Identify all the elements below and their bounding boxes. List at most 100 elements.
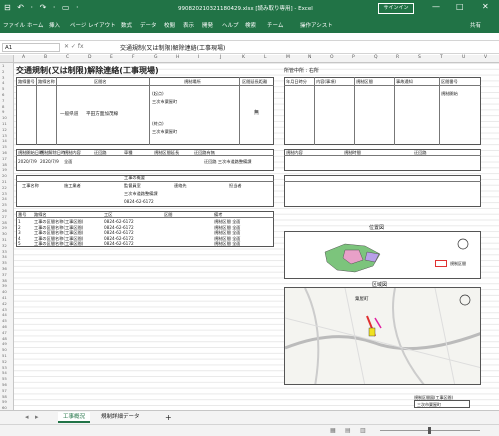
row-header[interactable]: 54	[2, 370, 7, 375]
row-header[interactable]: 51	[2, 353, 7, 358]
column-header[interactable]: J	[220, 55, 221, 60]
row-header[interactable]: 44	[2, 312, 7, 317]
row-header[interactable]: 11	[2, 121, 7, 126]
tab-scroll-right-icon[interactable]: ▸	[30, 412, 44, 423]
row-header[interactable]: 39	[2, 283, 7, 288]
row-header[interactable]: 15	[2, 144, 7, 149]
quick-access-toolbar[interactable]: ⊟ ↶ · ↷ · ▭ ·	[4, 3, 81, 12]
row-header[interactable]: 45	[2, 318, 7, 323]
row-header[interactable]: 55	[2, 376, 7, 381]
worksheet-grid[interactable]: 交通規制(又は制限)解除連絡(工事現場) 所管中所 : 右所 路線番号 路線名称…	[14, 63, 499, 410]
row-header[interactable]: 2	[2, 69, 4, 74]
menu-file[interactable]: ファイル	[3, 21, 25, 29]
menu-home[interactable]: ホーム	[27, 21, 43, 29]
menu-page-layout[interactable]: ページ レイアウト	[70, 21, 116, 29]
row-header[interactable]: 59	[2, 399, 7, 404]
row-header[interactable]: 30	[2, 231, 7, 236]
column-header[interactable]: A	[22, 55, 25, 60]
column-header[interactable]: O	[330, 55, 334, 60]
row-header[interactable]: 33	[2, 249, 7, 254]
name-box[interactable]: A1	[2, 43, 60, 52]
view-normal-icon[interactable]: ▦	[330, 427, 336, 434]
menu-search[interactable]: 検索	[245, 21, 256, 29]
row-header[interactable]: 56	[2, 382, 7, 387]
row-header[interactable]: 41	[2, 295, 7, 300]
menu-view[interactable]: 表示	[183, 21, 194, 29]
column-header[interactable]: E	[110, 55, 113, 60]
row-header[interactable]: 25	[2, 202, 7, 207]
row-header[interactable]: 22	[2, 185, 7, 190]
row-header[interactable]: 49	[2, 341, 7, 346]
column-header[interactable]: T	[440, 55, 443, 60]
row-header[interactable]: 29	[2, 225, 7, 230]
row-header[interactable]: 16	[2, 150, 7, 155]
row-header[interactable]: 18	[2, 162, 7, 167]
row-header[interactable]: 42	[2, 301, 7, 306]
column-header[interactable]: B	[44, 55, 47, 60]
row-header[interactable]: 46	[2, 324, 7, 329]
row-header[interactable]: 6	[2, 92, 4, 97]
row-header[interactable]: 43	[2, 307, 7, 312]
column-header[interactable]: P	[352, 55, 355, 60]
row-header[interactable]: 1	[2, 63, 4, 68]
row-header[interactable]: 38	[2, 278, 7, 283]
row-header[interactable]: 32	[2, 243, 7, 248]
row-header[interactable]: 31	[2, 237, 7, 242]
share-button[interactable]: 共有	[470, 21, 481, 29]
zoom-thumb[interactable]	[428, 427, 431, 434]
menu-review[interactable]: 校閲	[164, 21, 175, 29]
row-header[interactable]: 14	[2, 138, 7, 143]
row-header[interactable]: 28	[2, 220, 7, 225]
row-header[interactable]: 7	[2, 98, 4, 103]
row-header[interactable]: 10	[2, 115, 7, 120]
row-header[interactable]: 12	[2, 127, 7, 132]
select-all-corner[interactable]	[0, 55, 14, 63]
row-header[interactable]: 47	[2, 330, 7, 335]
row-header[interactable]: 23	[2, 191, 7, 196]
view-layout-icon[interactable]: ▤	[345, 427, 351, 434]
column-header[interactable]: V	[484, 55, 487, 60]
menu-insert[interactable]: 挿入	[49, 21, 60, 29]
view-break-icon[interactable]: ▥	[360, 427, 366, 434]
row-header[interactable]: 27	[2, 214, 7, 219]
close-icon[interactable]: ✕	[482, 2, 489, 11]
row-header[interactable]: 8	[2, 104, 4, 109]
column-header[interactable]: Q	[374, 55, 378, 60]
row-header[interactable]: 26	[2, 208, 7, 213]
menu-developer[interactable]: 開発	[202, 21, 213, 29]
minimize-icon[interactable]: —	[432, 2, 440, 11]
row-header[interactable]: 3	[2, 75, 4, 80]
row-header[interactable]: 4	[2, 80, 4, 85]
column-header[interactable]: G	[154, 55, 158, 60]
row-header[interactable]: 37	[2, 272, 7, 277]
column-header[interactable]: C	[66, 55, 69, 60]
column-header[interactable]: D	[88, 55, 91, 60]
row-header[interactable]: 34	[2, 254, 7, 259]
row-header[interactable]: 17	[2, 156, 7, 161]
row-header[interactable]: 13	[2, 133, 7, 138]
column-header[interactable]: S	[418, 55, 421, 60]
row-header[interactable]: 5	[2, 86, 4, 91]
column-header[interactable]: R	[396, 55, 399, 60]
row-header[interactable]: 58	[2, 394, 7, 399]
formula-input[interactable]: 交通規制(又は制限)解除連絡(工事現場)	[120, 43, 225, 52]
row-header[interactable]: 48	[2, 336, 7, 341]
tab-work-overview[interactable]: 工事概況	[58, 412, 91, 423]
row-header[interactable]: 50	[2, 347, 7, 352]
row-header[interactable]: 19	[2, 167, 7, 172]
column-header[interactable]: F	[132, 55, 135, 60]
menu-data[interactable]: データ	[140, 21, 157, 29]
row-header[interactable]: 36	[2, 266, 7, 271]
fx-icon[interactable]: ✕ ✓ fx	[64, 43, 84, 50]
menu-tell-me[interactable]: 操作アシスト	[300, 21, 333, 29]
row-header[interactable]: 35	[2, 260, 7, 265]
row-header[interactable]: 24	[2, 196, 7, 201]
row-header[interactable]: 52	[2, 359, 7, 364]
column-header[interactable]: H	[176, 55, 179, 60]
column-header[interactable]: I	[198, 55, 199, 60]
menu-help[interactable]: ヘルプ	[222, 21, 239, 29]
row-header[interactable]: 53	[2, 365, 7, 370]
column-header[interactable]: M	[286, 55, 290, 60]
restore-icon[interactable]: □	[456, 2, 464, 11]
add-sheet-button[interactable]: +	[160, 412, 177, 423]
